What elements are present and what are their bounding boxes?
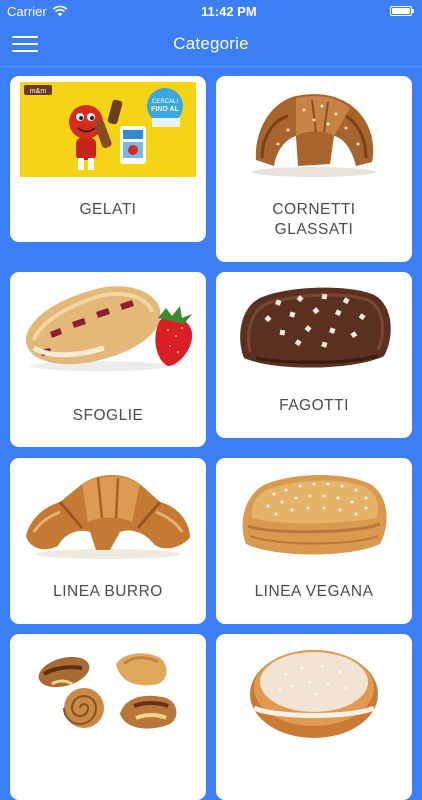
category-card-fagotti[interactable]: FAGOTTI <box>216 272 412 438</box>
category-label: CORNETTI GLASSATI <box>272 201 356 238</box>
status-bar: Carrier 11:42 PM <box>0 0 422 22</box>
svg-text:m&m: m&m <box>30 88 47 95</box>
carrier-label: Carrier <box>7 3 47 19</box>
battery-cap <box>411 9 414 13</box>
status-time: 11:42 PM <box>201 3 257 19</box>
chocolate-fagotto-image <box>240 287 391 368</box>
category-grid: m&m CERCALI FINO AL GELATI CORNETTI GLAS… <box>0 66 422 800</box>
status-left: Carrier <box>7 4 68 19</box>
category-card-cornetti-glassati[interactable]: CORNETTI GLASSATI <box>216 76 412 262</box>
assorted-pastries-image <box>38 653 177 729</box>
butter-croissant-image <box>26 475 190 559</box>
page-title: Categorie <box>173 34 249 53</box>
category-card-linea-burro[interactable]: LINEA BURRO <box>10 458 206 624</box>
category-card-gelati[interactable]: m&m CERCALI FINO AL GELATI <box>10 76 206 242</box>
svg-text:CERCALI: CERCALI <box>152 99 178 105</box>
puff-pastry-strawberry-image <box>25 286 193 371</box>
category-card-assorted[interactable] <box>10 634 206 800</box>
category-card-sfoglie[interactable]: SFOGLIE <box>10 272 206 447</box>
hamburger-menu-icon[interactable] <box>12 32 38 56</box>
svg-text:FINO AL: FINO AL <box>151 106 179 113</box>
nav-bar: Categorie <box>0 22 422 67</box>
category-label: SFOGLIE <box>72 407 144 424</box>
krapfen-doughnut-image <box>250 650 378 738</box>
category-label: GELATI <box>79 201 137 218</box>
vegan-pastry-image <box>242 475 387 555</box>
ice-cream-promo-image: m&m CERCALI FINO AL <box>20 82 196 177</box>
category-card-linea-vegana[interactable]: LINEA VEGANA <box>216 458 412 624</box>
glazed-croissant-image <box>252 94 376 177</box>
category-label: LINEA VEGANA <box>254 583 374 600</box>
category-label: FAGOTTI <box>279 397 349 414</box>
battery-icon <box>389 6 414 16</box>
wifi-icon <box>52 5 68 17</box>
category-card-krapfen[interactable] <box>216 634 412 800</box>
category-label: LINEA BURRO <box>53 583 163 600</box>
battery-fill <box>391 8 410 14</box>
